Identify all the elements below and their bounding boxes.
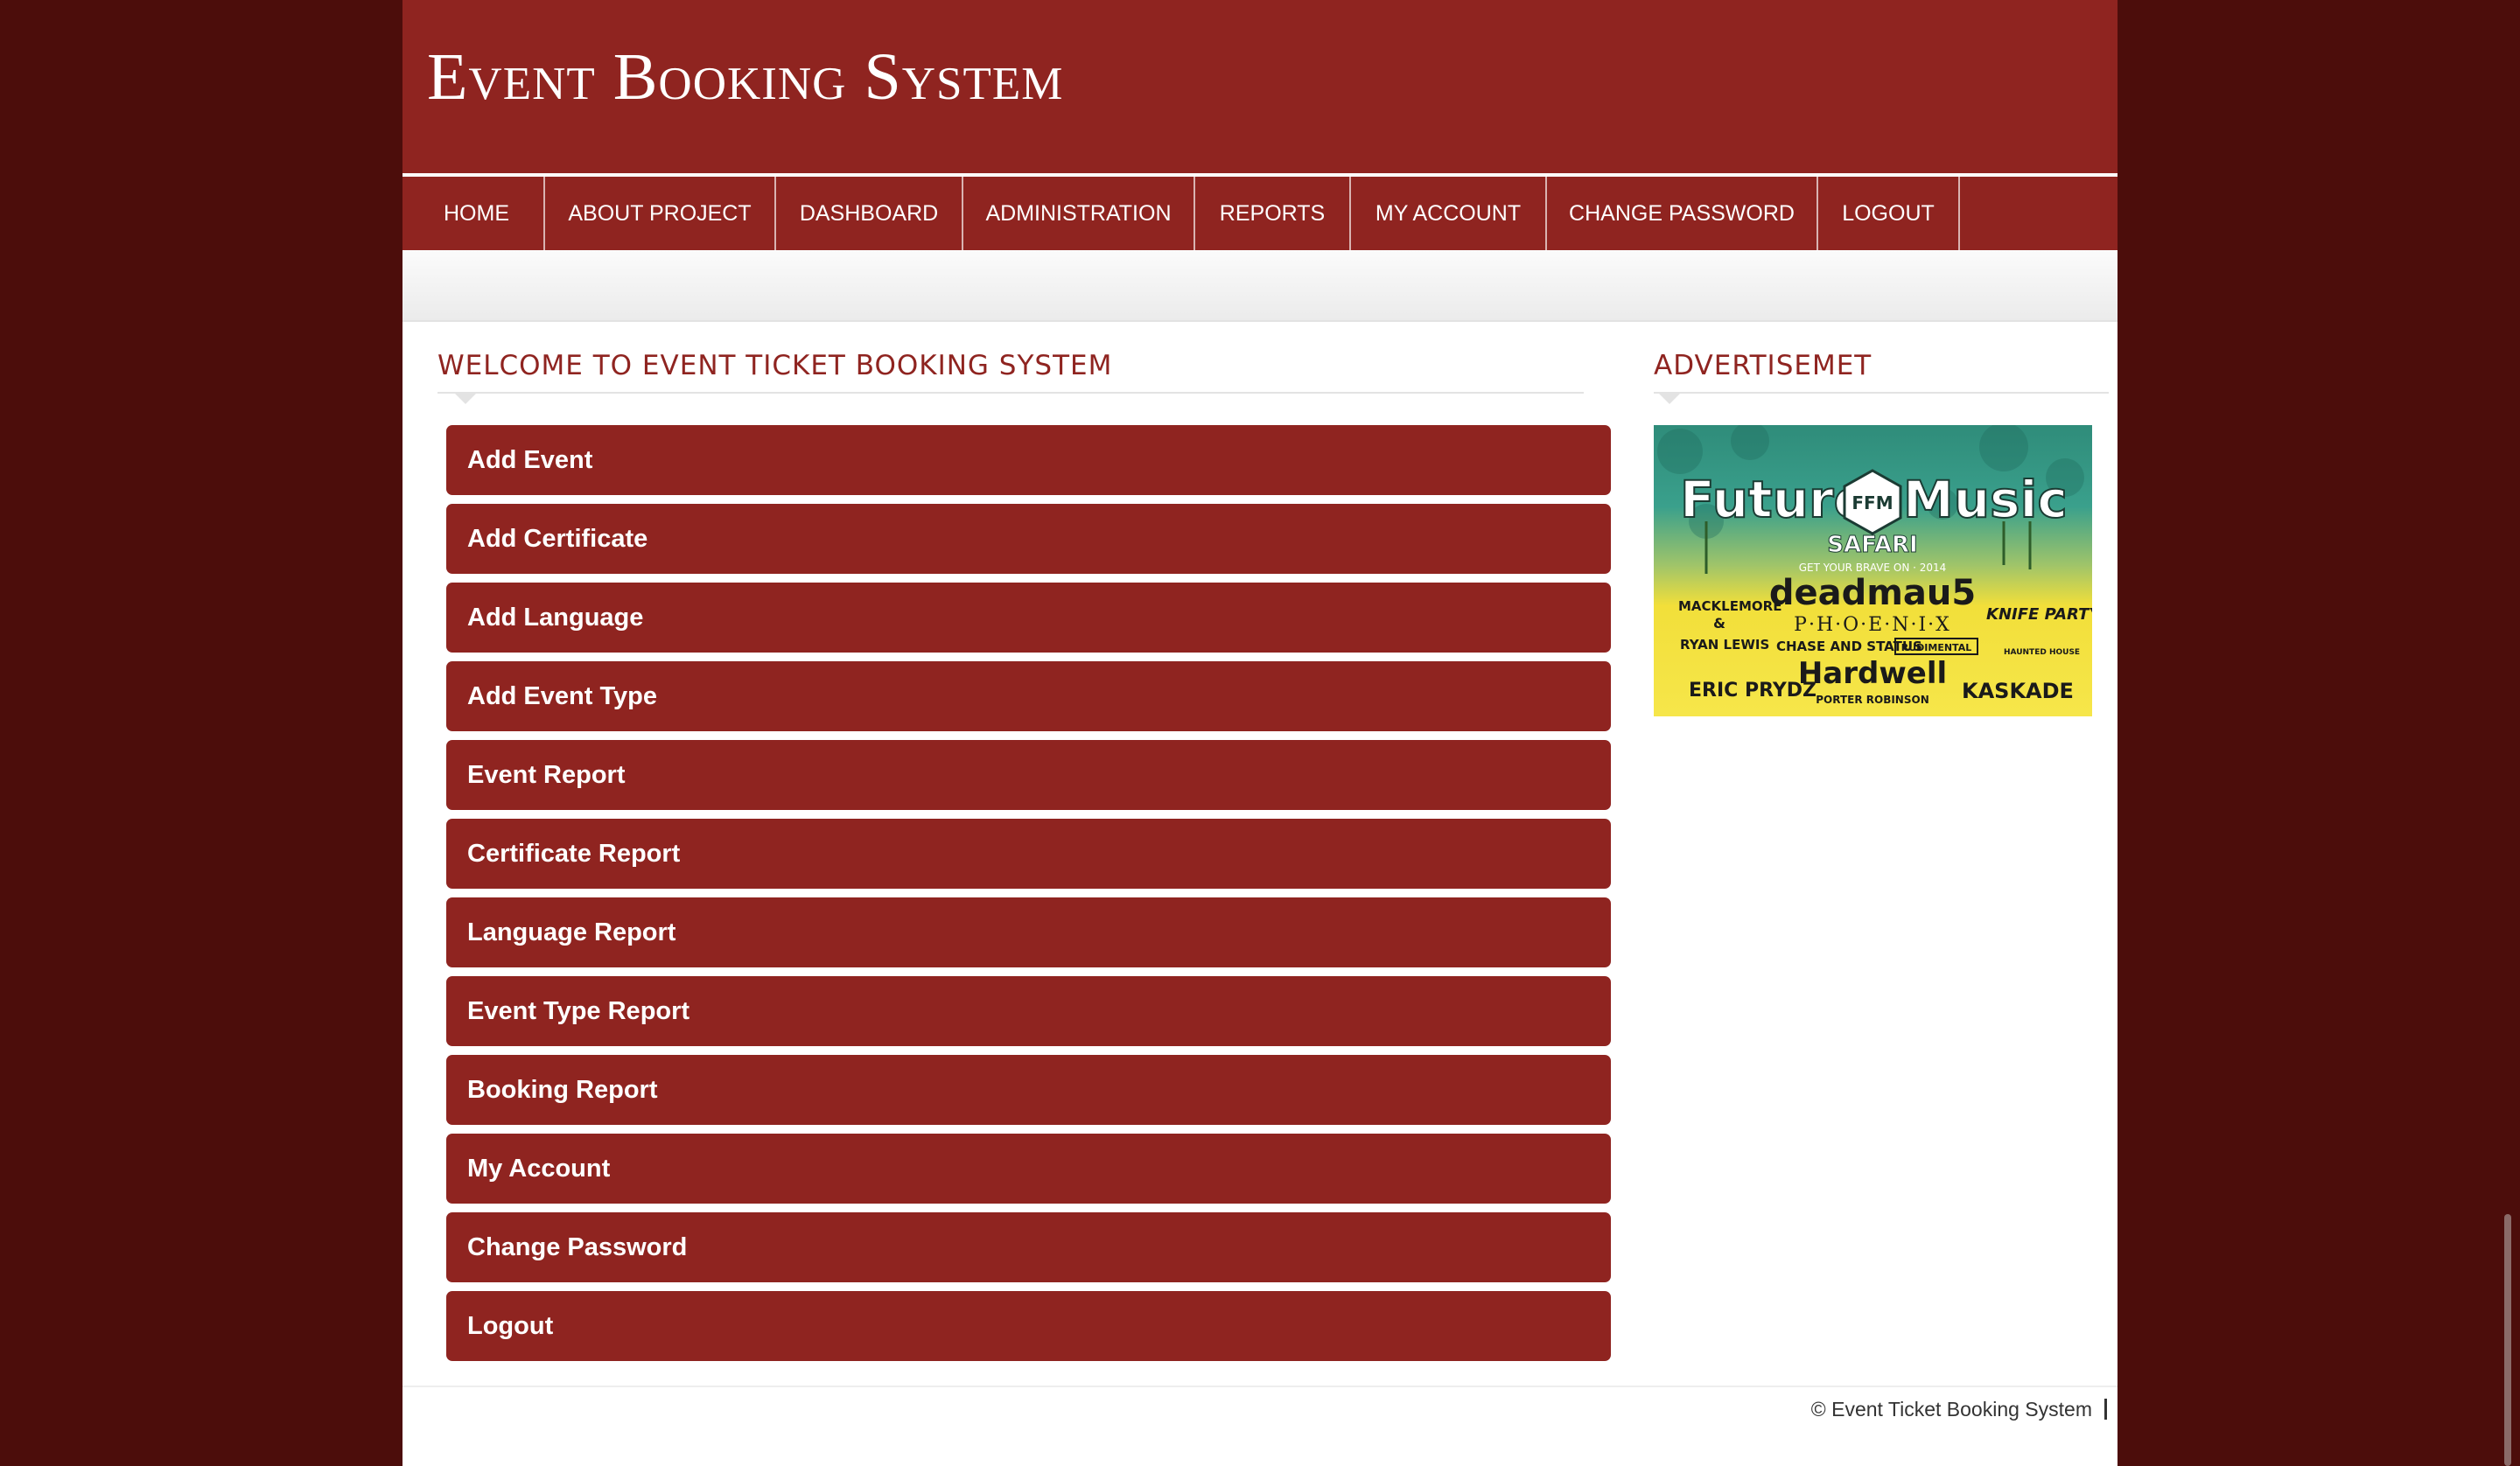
ad-act-right-bottom: HAUNTED HOUSE	[2004, 648, 2080, 657]
menu-booking-report[interactable]: Booking Report	[446, 1055, 1611, 1125]
footer-copyright: © Event Ticket Booking System	[1810, 1398, 2092, 1421]
welcome-heading-notch	[455, 394, 476, 404]
menu-certificate-report[interactable]: Certificate Report	[446, 819, 1611, 889]
ad-act-bottom-right: KASKADE	[1962, 679, 2074, 703]
ad-act-left-bottom: RYAN LEWIS	[1680, 637, 1769, 653]
page-container: Event Booking System HOME ABOUT PROJECT …	[402, 0, 2118, 1466]
footer-separator	[2104, 1399, 2107, 1420]
advertisement-banner[interactable]: Future Music FFM SAFARI GET YOUR BRAVE O…	[1654, 425, 2092, 716]
advertisement-heading-rule	[1654, 392, 2109, 394]
ad-act-left-top: MACKLEMORE	[1678, 598, 1782, 614]
menu-logout[interactable]: Logout	[446, 1291, 1611, 1361]
advertisement-artwork: Future Music FFM SAFARI GET YOUR BRAVE O…	[1657, 425, 2092, 706]
menu-event-report[interactable]: Event Report	[446, 740, 1611, 810]
nav-administration[interactable]: ADMINISTRATION	[963, 177, 1195, 250]
nav-home[interactable]: HOME	[410, 177, 545, 250]
ad-act-left-amp: &	[1713, 615, 1726, 632]
ad-title-left: Future	[1680, 470, 1868, 529]
main-nav: HOME ABOUT PROJECT DASHBOARD ADMINISTRAT…	[402, 177, 2118, 250]
ad-title-right: Music	[1903, 470, 2068, 529]
menu-change-password[interactable]: Change Password	[446, 1212, 1611, 1282]
svg-text:FFM: FFM	[1852, 492, 1893, 513]
site-header: Event Booking System	[402, 0, 2118, 173]
nav-dashboard[interactable]: DASHBOARD	[776, 177, 963, 250]
menu-add-language[interactable]: Add Language	[446, 583, 1611, 653]
welcome-heading: WELCOME TO EVENT TICKET BOOKING SYSTEM	[438, 350, 1113, 381]
site-title[interactable]: Event Booking System	[427, 40, 1063, 114]
menu-language-report[interactable]: Language Report	[446, 897, 1611, 967]
menu-add-certificate[interactable]: Add Certificate	[446, 504, 1611, 574]
ad-tagline: GET YOUR BRAVE ON · 2014	[1799, 562, 1947, 574]
page-scrollbar[interactable]	[2504, 1214, 2511, 1466]
ad-act-right-top: KNIFE PARTY	[1986, 605, 2092, 624]
nav-change-password[interactable]: CHANGE PASSWORD	[1547, 177, 1818, 250]
menu-add-event[interactable]: Add Event	[446, 425, 1611, 495]
footer: © Event Ticket Booking System	[1811, 1398, 2107, 1421]
dashboard-menu: Add Event Add Certificate Add Language A…	[446, 425, 1611, 1370]
advertisement-heading-notch	[1659, 394, 1680, 404]
ad-headliner: deadmau5	[1769, 573, 1976, 613]
welcome-heading-rule	[438, 392, 1584, 394]
nav-logout[interactable]: LOGOUT	[1818, 177, 1960, 250]
ad-subtitle: SAFARI	[1827, 532, 1917, 558]
ad-act-bottom-center-sub: PORTER ROBINSON	[1816, 694, 1928, 706]
menu-add-event-type[interactable]: Add Event Type	[446, 661, 1611, 731]
menu-my-account[interactable]: My Account	[446, 1134, 1611, 1204]
ad-act-row2-b: RUDIMENTAL	[1901, 642, 1971, 653]
nav-about-project[interactable]: ABOUT PROJECT	[545, 177, 776, 250]
nav-reports[interactable]: REPORTS	[1195, 177, 1351, 250]
nav-my-account[interactable]: MY ACCOUNT	[1351, 177, 1547, 250]
footer-divider	[402, 1386, 2118, 1387]
menu-event-type-report[interactable]: Event Type Report	[446, 976, 1611, 1046]
advertisement-heading: ADVERTISEMET	[1654, 350, 1872, 381]
sub-header-bar	[402, 250, 2118, 322]
ad-act-center: P·H·O·E·N·I·X	[1794, 614, 1951, 636]
ad-act-bottom-center: Hardwell	[1798, 656, 1947, 691]
